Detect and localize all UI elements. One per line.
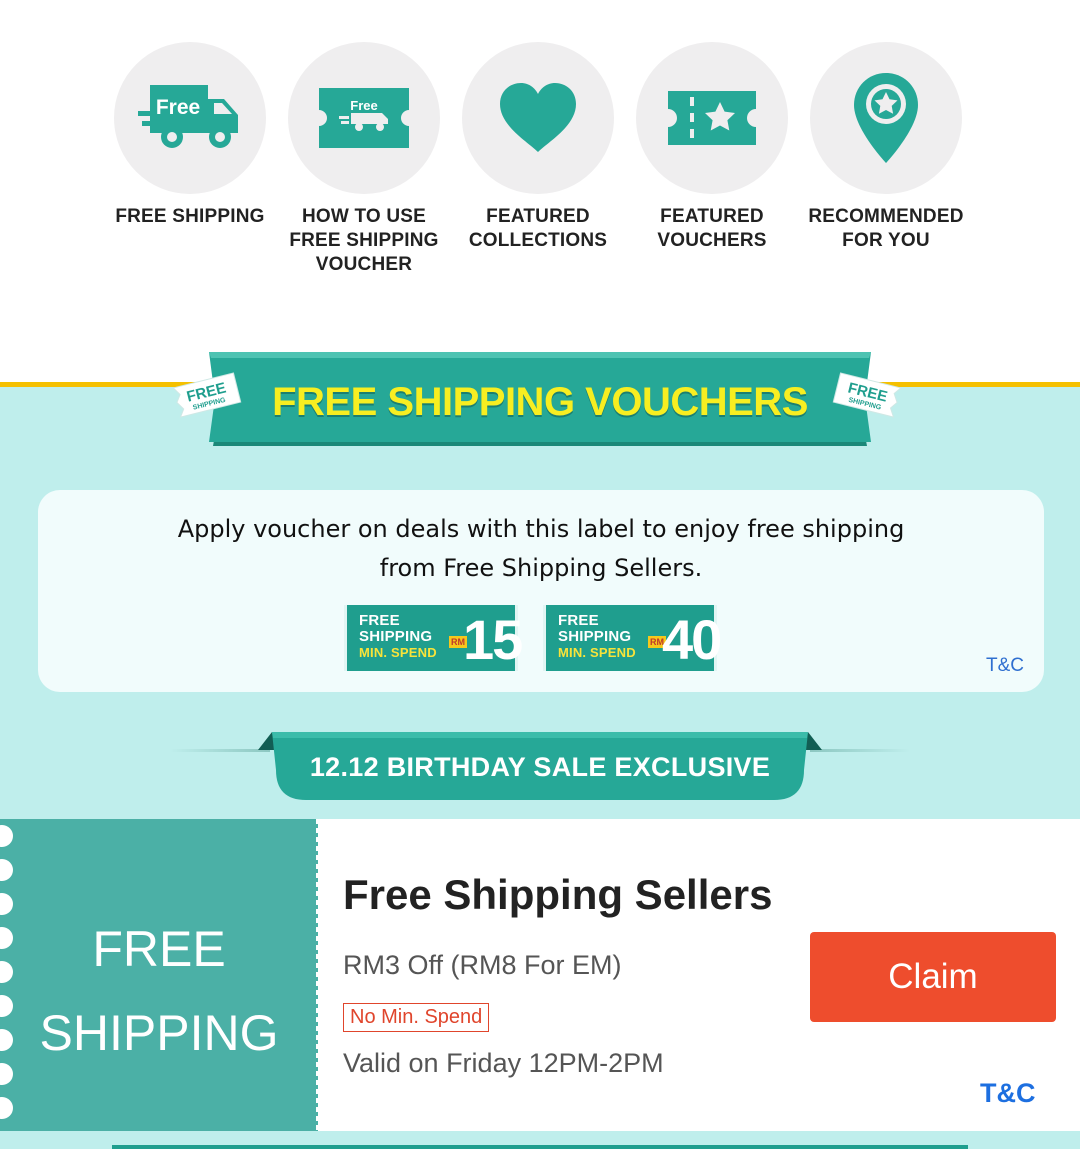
star-ticket-icon bbox=[668, 91, 756, 145]
heart-icon bbox=[500, 83, 576, 152]
info-card: Apply voucher on deals with this label t… bbox=[38, 490, 1044, 692]
nav-label: FREE SHIPPING bbox=[115, 206, 265, 227]
voucher-free-shipping-label: FREE SHIPPING bbox=[39, 921, 279, 1061]
voucher-title: Free Shipping Sellers bbox=[343, 871, 773, 918]
info-text: Apply voucher on deals with this label t… bbox=[177, 515, 905, 582]
ribbon-line-left bbox=[170, 749, 270, 752]
nav-item-featured-vouchers[interactable]: FEATURED VOUCHERS bbox=[625, 42, 799, 277]
sale-ribbon-text: 12.12 BIRTHDAY SALE EXCLUSIVE bbox=[309, 752, 771, 782]
nav-circle: Free bbox=[114, 42, 266, 194]
star-location-pin-icon bbox=[854, 73, 918, 163]
voucher-scallop bbox=[0, 1097, 13, 1119]
free-voucher-ticket-icon: Free bbox=[319, 88, 409, 148]
claim-button[interactable]: Claim bbox=[810, 932, 1056, 1022]
badge-line-shipping: SHIPPING bbox=[558, 628, 632, 645]
free-truck-icon: Free bbox=[138, 85, 238, 148]
free-shipping-tag-icon: FREE SHIPPING bbox=[832, 372, 902, 418]
category-nav: Free FREE SHIPPING Free HOW TO USE FREE … bbox=[103, 42, 983, 277]
badge-line-free: FREE bbox=[359, 612, 400, 629]
free-shipping-tag-icon: FREE SHIPPING bbox=[172, 372, 242, 418]
badge-amount: 15 bbox=[463, 608, 523, 671]
free-shipping-badge-40: FREE SHIPPING MIN. SPEND RM 40 bbox=[543, 605, 722, 671]
nav-label: RECOMMENDED FOR YOU bbox=[808, 206, 964, 251]
voucher-scallop bbox=[0, 825, 13, 847]
voucher-min-spend-tag: No Min. Spend bbox=[343, 1003, 490, 1032]
voucher-card: FREE SHIPPING Free Shipping Sellers RM3 … bbox=[0, 819, 1080, 1131]
badge-line-free: FREE bbox=[558, 612, 599, 629]
voucher-discount: RM3 Off (RM8 For EM) bbox=[343, 950, 622, 980]
ticket-free-text: Free bbox=[350, 98, 377, 113]
section-title: FREE SHIPPING VOUCHERS bbox=[272, 380, 808, 424]
badge-amount: 40 bbox=[662, 608, 722, 671]
badge-text: FREE SHIPPING MIN. SPEND bbox=[558, 613, 636, 661]
badge-text: FREE SHIPPING MIN. SPEND bbox=[359, 613, 437, 661]
nav-item-featured-collections[interactable]: FEATURED COLLECTIONS bbox=[451, 42, 625, 277]
ribbon-line-right bbox=[810, 749, 910, 752]
voucher-tc-link[interactable]: T&C bbox=[980, 1078, 1036, 1109]
nav-circle bbox=[810, 42, 962, 194]
voucher-scallop bbox=[0, 859, 13, 881]
nav-item-recommended[interactable]: RECOMMENDED FOR YOU bbox=[799, 42, 973, 277]
voucher-dashed-divider bbox=[316, 819, 319, 1131]
nav-label: HOW TO USE FREE SHIPPING VOUCHER bbox=[289, 206, 439, 275]
free-shipping-badge-15: FREE SHIPPING MIN. SPEND RM 15 bbox=[344, 605, 523, 671]
nav-item-free-shipping[interactable]: Free FREE SHIPPING bbox=[103, 42, 277, 277]
nav-item-how-to-use[interactable]: Free HOW TO USE FREE SHIPPING VOUCHER bbox=[277, 42, 451, 277]
badge-line-min-spend: MIN. SPEND bbox=[558, 645, 636, 660]
voucher-left-panel: FREE SHIPPING bbox=[0, 819, 318, 1131]
nav-circle bbox=[462, 42, 614, 194]
nav-label: FEATURED COLLECTIONS bbox=[468, 206, 608, 251]
truck-free-text: Free bbox=[156, 96, 200, 119]
nav-circle: Free bbox=[288, 42, 440, 194]
info-tc-link[interactable]: T&C bbox=[986, 655, 1024, 677]
nav-circle bbox=[636, 42, 788, 194]
next-section-edge bbox=[112, 1145, 968, 1149]
badge-line-shipping: SHIPPING bbox=[359, 628, 433, 645]
nav-label: FEATURED VOUCHERS bbox=[657, 206, 767, 251]
badge-line-min-spend: MIN. SPEND bbox=[359, 645, 437, 660]
voucher-validity: Valid on Friday 12PM-2PM bbox=[343, 1048, 664, 1078]
